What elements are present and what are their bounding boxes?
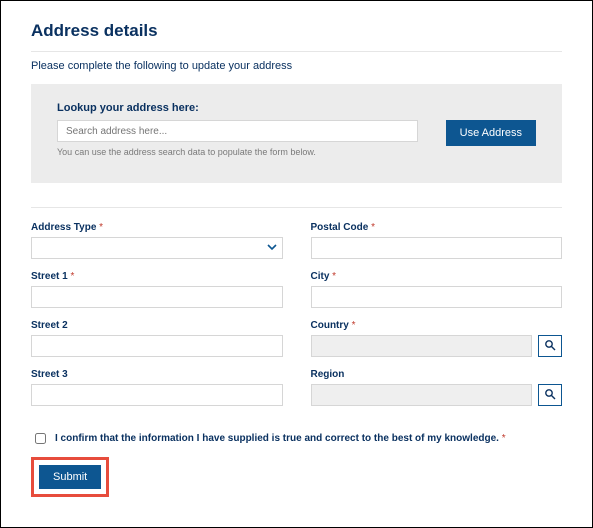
submit-highlight: Submit xyxy=(31,457,109,497)
submit-button[interactable]: Submit xyxy=(39,465,101,489)
required-marker: * xyxy=(368,222,375,233)
divider-top xyxy=(31,51,562,52)
street3-input[interactable] xyxy=(31,384,283,406)
region-label: Region xyxy=(311,369,345,380)
confirm-row: I confirm that the information I have su… xyxy=(31,430,562,447)
field-street3: Street 3 xyxy=(31,369,283,406)
address-type-label: Address Type xyxy=(31,222,96,233)
field-postal-code: Postal Code * xyxy=(311,222,563,259)
field-city: City * xyxy=(311,271,563,308)
country-label: Country xyxy=(311,320,349,331)
field-address-type: Address Type * xyxy=(31,222,283,259)
search-icon xyxy=(544,388,556,403)
confirm-checkbox[interactable] xyxy=(35,433,46,444)
postal-code-input[interactable] xyxy=(311,237,563,259)
field-street1: Street 1 * xyxy=(31,271,283,308)
address-fields-grid: Address Type * Postal Code * Street 1 * xyxy=(31,222,562,406)
use-address-button[interactable]: Use Address xyxy=(446,120,536,146)
field-country: Country * xyxy=(311,320,563,357)
address-type-select[interactable] xyxy=(31,237,283,259)
street1-input[interactable] xyxy=(31,286,283,308)
required-marker: * xyxy=(499,433,506,444)
postal-code-label: Postal Code xyxy=(311,222,369,233)
city-label: City xyxy=(311,271,330,282)
divider-mid xyxy=(31,207,562,208)
confirm-label: I confirm that the information I have su… xyxy=(55,433,499,444)
country-lookup-button[interactable] xyxy=(538,335,562,357)
required-marker: * xyxy=(329,271,336,282)
lookup-hint: You can use the address search data to p… xyxy=(57,147,418,157)
required-marker: * xyxy=(349,320,356,331)
street2-input[interactable] xyxy=(31,335,283,357)
address-lookup-panel: Lookup your address here: You can use th… xyxy=(31,84,562,183)
city-input[interactable] xyxy=(311,286,563,308)
region-lookup-button[interactable] xyxy=(538,384,562,406)
street2-label: Street 2 xyxy=(31,320,68,331)
field-street2: Street 2 xyxy=(31,320,283,357)
region-input[interactable] xyxy=(311,384,533,406)
page-title: Address details xyxy=(31,21,562,41)
field-region: Region xyxy=(311,369,563,406)
address-search-input[interactable] xyxy=(57,120,418,142)
street3-label: Street 3 xyxy=(31,369,68,380)
address-details-form: Address details Please complete the foll… xyxy=(0,0,593,528)
required-marker: * xyxy=(96,222,103,233)
instruction-text: Please complete the following to update … xyxy=(31,60,562,72)
street1-label: Street 1 xyxy=(31,271,68,282)
country-input[interactable] xyxy=(311,335,533,357)
lookup-label: Lookup your address here: xyxy=(57,102,536,114)
required-marker: * xyxy=(68,271,75,282)
search-icon xyxy=(544,339,556,354)
